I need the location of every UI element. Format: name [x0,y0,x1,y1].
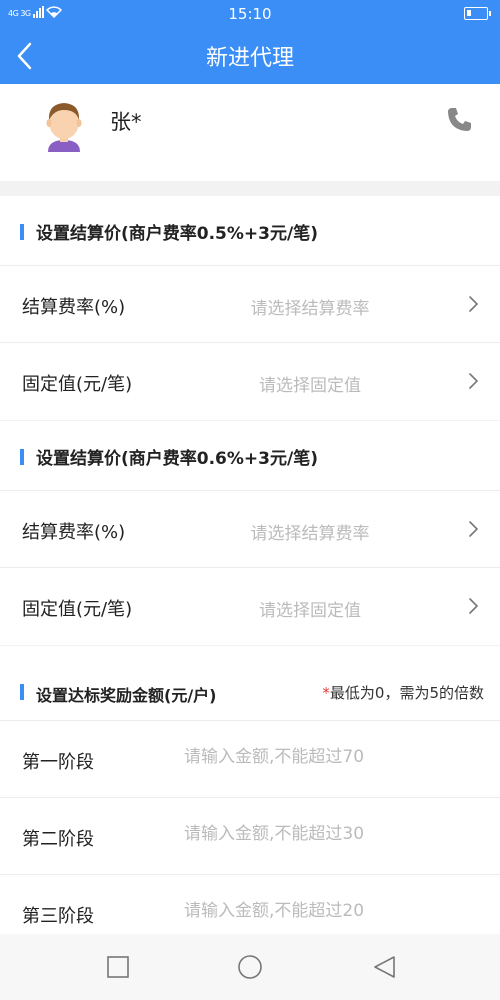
nav-bar: 新进代理 [0,28,500,84]
battery-icon [464,7,491,20]
fixed-value-select[interactable]: 请选择固定值 [60,371,500,396]
section-marker [20,449,24,465]
settlement-rate-row[interactable]: 结算费率(%) 请选择结算费率 [0,266,500,343]
reward-section: 设置达标奖励金额(元/户) *最低为0，需为5的倍数 第一阶段 第二阶段 第三阶… [0,646,500,945]
row-label: 第二阶段 [22,829,94,850]
settlement-section-2: 设置结算价(商户费率0.6%+3元/笔) 结算费率(%) 请选择结算费率 固定值… [0,421,500,645]
stage-1-row: 第一阶段 [0,721,500,798]
section-title: 设置达标奖励金额(元/户) [36,686,217,705]
section-marker [20,684,24,700]
section-header: 设置结算价(商户费率0.5%+3元/笔) [0,196,500,266]
row-label: 第一阶段 [22,752,94,773]
recent-apps-icon[interactable] [104,954,132,980]
settlement-rate-row[interactable]: 结算费率(%) 请选择结算费率 [0,491,500,568]
chevron-right-icon [469,521,479,537]
fixed-value-row[interactable]: 固定值(元/笔) 请选择固定值 [0,343,500,420]
page-title: 新进代理 [205,46,294,71]
settlement-section-1: 设置结算价(商户费率0.5%+3元/笔) 结算费率(%) 请选择结算费率 固定值… [0,196,500,420]
fixed-value-row[interactable]: 固定值(元/笔) 请选择固定值 [0,568,500,645]
system-navigation-bar [0,934,500,1000]
agent-name: 张* [110,110,142,134]
stage-3-amount-input[interactable] [184,901,474,921]
section-title: 设置结算价(商户费率0.6%+3元/笔) [36,449,318,469]
row-label: 第三阶段 [22,906,94,927]
stage-2-row: 第二阶段 [0,798,500,875]
avatar-icon [46,103,82,152]
fixed-value-select[interactable]: 请选择固定值 [60,596,500,621]
status-bar: 4G 3G 15:10 [0,0,500,28]
settlement-rate-select[interactable]: 请选择结算费率 [60,519,500,544]
status-time: 15:10 [228,5,272,23]
phone-icon[interactable] [443,104,475,136]
chevron-right-icon [469,296,479,312]
back-icon[interactable] [370,954,398,980]
section-marker [20,224,24,240]
stage-1-amount-input[interactable] [184,747,474,767]
section-header: 设置达标奖励金额(元/户) *最低为0，需为5的倍数 [0,646,500,721]
section-title: 设置结算价(商户费率0.5%+3元/笔) [36,224,318,244]
home-icon[interactable] [236,954,264,980]
settlement-rate-select[interactable]: 请选择结算费率 [60,294,500,319]
section-header: 设置结算价(商户费率0.6%+3元/笔) [0,421,500,491]
required-star: * [322,684,330,702]
reward-hint: *最低为0，需为5的倍数 [322,682,484,703]
reward-hint-text: 最低为0，需为5的倍数 [329,684,484,702]
chevron-right-icon [469,373,479,389]
chevron-right-icon [469,598,479,614]
stage-2-amount-input[interactable] [184,824,474,844]
agent-profile: 张* [0,84,500,181]
